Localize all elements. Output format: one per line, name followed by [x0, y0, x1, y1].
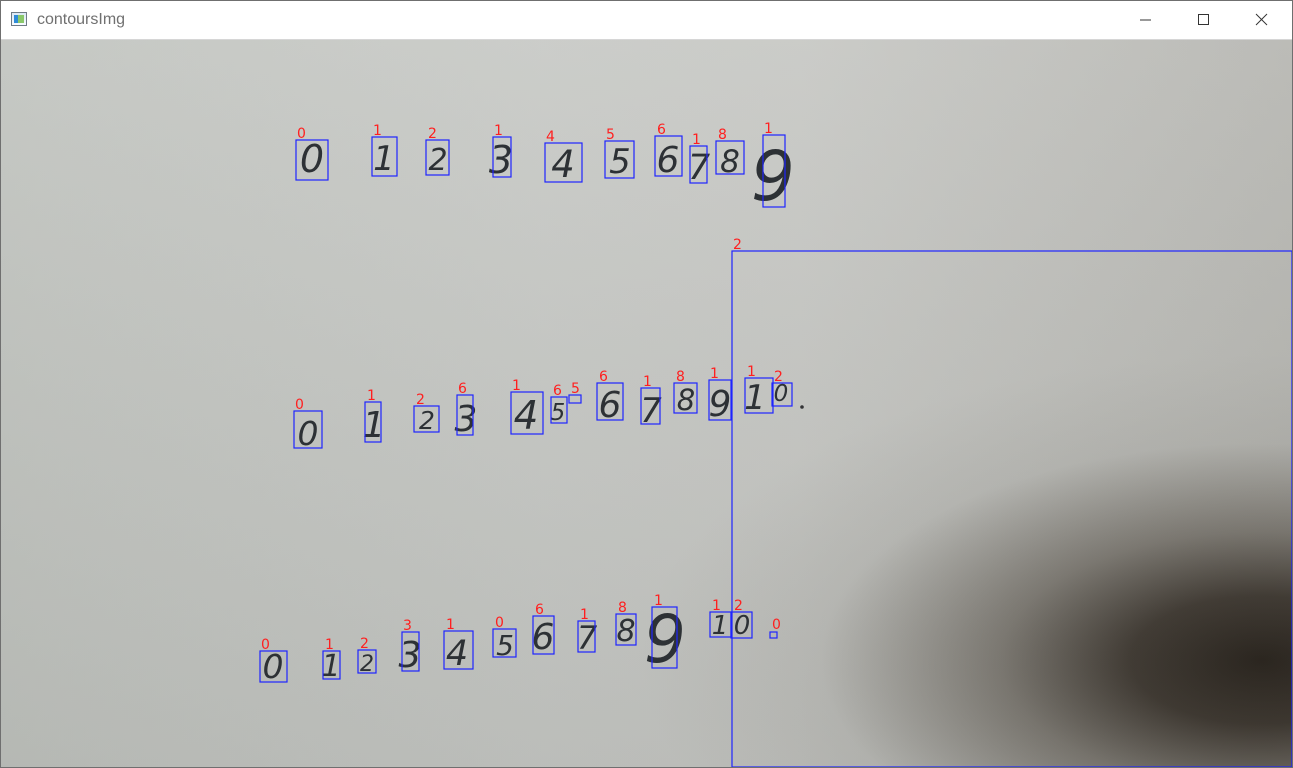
prediction-label: 6: [458, 381, 467, 397]
prediction-label: 2: [734, 598, 743, 614]
prediction-label: 1: [747, 364, 756, 380]
handwritten-digit: 1: [373, 139, 395, 179]
handwritten-digit: 6: [532, 617, 555, 658]
prediction-label: 8: [618, 600, 627, 616]
handwritten-digit: 5: [551, 400, 566, 426]
prediction-label: 6: [553, 383, 562, 399]
handwritten-digit: 1: [744, 378, 766, 418]
contours-image: 0011223144556671889120011223641565667188…: [1, 40, 1292, 767]
prediction-label: 6: [535, 602, 544, 618]
prediction-label: 8: [676, 369, 685, 385]
handwritten-digit: 5: [609, 142, 631, 182]
prediction-label: 8: [718, 127, 727, 143]
prediction-label: 1: [325, 637, 334, 653]
handwritten-digit: 0: [300, 137, 324, 181]
prediction-label: 0: [297, 126, 306, 142]
prediction-label: 0: [772, 617, 781, 633]
prediction-label: 0: [261, 637, 270, 653]
handwritten-digit: 7: [640, 391, 662, 431]
prediction-label: 6: [657, 122, 666, 138]
handwritten-digit: 1: [363, 405, 386, 446]
handwritten-digit: 9: [709, 384, 732, 425]
contour-bounding-box: [731, 250, 1292, 767]
prediction-label: 2: [416, 392, 425, 408]
handwritten-digit: 4: [551, 143, 575, 186]
prediction-label: 1: [643, 374, 652, 390]
prediction-label: 5: [606, 127, 615, 143]
prediction-label: 2: [774, 369, 783, 385]
prediction-label: 1: [692, 132, 701, 148]
prediction-label: 2: [360, 636, 369, 652]
prediction-label: 0: [495, 615, 504, 631]
ink-dot: [800, 405, 804, 409]
prediction-label: 6: [599, 369, 608, 385]
prediction-label: 1: [367, 388, 376, 404]
handwritten-digit: 4: [514, 394, 539, 439]
opencv-window: contoursImg 0011223144556671889120011223…: [0, 0, 1293, 768]
handwritten-digit: 9: [751, 137, 795, 217]
prediction-label: 1: [446, 617, 455, 633]
prediction-label: 1: [512, 378, 521, 394]
handwritten-digit: 6: [657, 140, 680, 181]
opencv-window-icon: [11, 12, 27, 26]
prediction-label: 1: [712, 598, 721, 614]
prediction-label: 2: [733, 237, 742, 253]
handwritten-digit: 9: [644, 601, 686, 678]
handwritten-digit: 0: [734, 611, 751, 641]
prediction-label: 1: [580, 607, 589, 623]
window-title: contoursImg: [37, 11, 126, 28]
prediction-label: 1: [373, 123, 382, 139]
handwritten-digit: 2: [428, 143, 447, 178]
minimize-icon: [1140, 19, 1151, 21]
prediction-label: 1: [710, 366, 719, 382]
prediction-label: 1: [494, 123, 503, 139]
prediction-label: 1: [654, 593, 663, 609]
close-icon: [1255, 13, 1268, 26]
handwritten-digit: 3: [455, 399, 478, 440]
maximize-button[interactable]: [1175, 1, 1233, 39]
handwritten-digit: 8: [616, 614, 635, 649]
handwritten-digit: 8: [677, 383, 695, 417]
title-bar[interactable]: contoursImg: [1, 1, 1292, 40]
handwritten-digit: 8: [720, 144, 740, 180]
prediction-label: 3: [403, 618, 412, 634]
handwritten-digit: 0: [298, 414, 319, 453]
handwritten-digit: 2: [419, 406, 435, 435]
minimize-button[interactable]: [1117, 1, 1175, 39]
maximize-icon: [1198, 14, 1209, 25]
prediction-label: 4: [546, 129, 555, 145]
close-button[interactable]: [1233, 1, 1291, 39]
handwritten-digit: 4: [446, 634, 468, 674]
prediction-label: 1: [764, 121, 773, 137]
prediction-label: 0: [295, 397, 304, 413]
prediction-label: 2: [428, 126, 437, 142]
contour-overlay: 00112231445566718891200 1122 364156 5 667188…: [259, 121, 1292, 767]
prediction-label: 5: [571, 381, 580, 397]
